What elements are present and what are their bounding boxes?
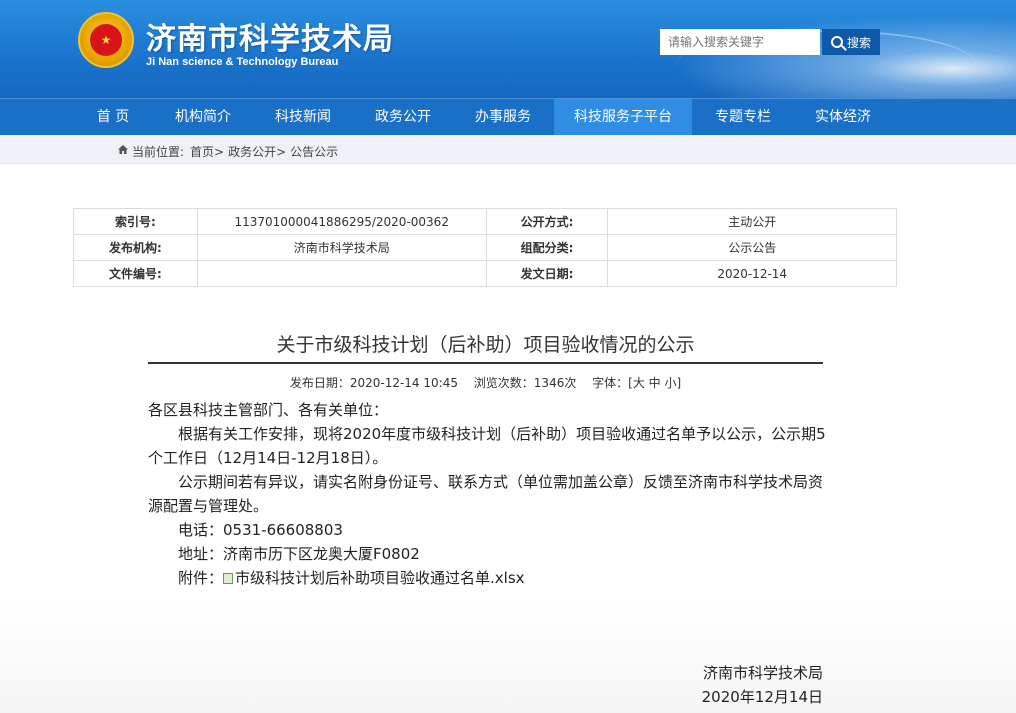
site-header: ★ 济南市科学技术局 Ji Nan science & Technology B… [0,0,1016,98]
breadcrumb-prefix: 当前位置: [132,145,185,159]
search-button[interactable]: 搜索 [822,29,880,55]
contact-phone: 电话：0531-66608803 [178,521,343,539]
issue-date-label: 发文日期: [485,260,609,287]
attachment-label: 附件： [178,569,224,587]
nav-item-news[interactable]: 科技新闻 [263,99,343,136]
title-divider [148,362,823,364]
breadcrumb-gov-affairs[interactable]: 政务公开> [228,143,286,160]
nav-item-gov-affairs[interactable]: 政务公开 [363,99,443,136]
emblem-star: ★ [90,24,122,56]
disclosure-method-label: 公开方式: [485,208,609,235]
nav-item-home[interactable]: 首 页 [80,99,146,136]
table-row: 索引号: 11370100004188629​5/2020-00362 公开方式… [73,208,897,235]
attachment-line: 附件： 市级科技计划后补助项目验收通过名单.xlsx [148,566,828,590]
site-title[interactable]: 济南市科学技术局 [146,14,394,58]
excel-file-icon [223,573,234,584]
search-button-label: 搜索 [846,35,871,50]
file-number-value [196,260,487,287]
issue-date-value: 2020-12-14 [607,260,897,287]
document-info-table: 索引号: 11370100004188629​5/2020-00362 公开方式… [73,208,897,287]
signature-date: 2020年12月14日 [701,688,823,706]
search-input[interactable] [660,29,820,55]
category-value: 公示公告 [607,234,897,261]
contact-address: 地址：济南市历下区龙奥大厦F0802 [178,545,420,563]
site-subtitle: Ji Nan science & Technology Bureau [146,56,339,68]
search-icon [830,36,843,48]
nav-item-topics[interactable]: 专题专栏 [703,99,783,136]
paragraph-2: 公示期间若有异议，请实名附身份证号、联系方式（单位需加盖公章）反馈至济南市科学技… [148,473,824,515]
view-count: 浏览次数：1346次 [473,376,577,390]
nav-item-services[interactable]: 办事服务 [463,99,543,136]
main-nav: 首 页 机构简介 科技新闻 政务公开 办事服务 科技服务子平台 专题专栏 实体经… [0,98,1016,136]
paragraph-1: 根据有关工作安排，现将2020年度市级科技计划（后补助）项目验收通过名单予以公示… [148,425,826,467]
home-icon [118,145,128,154]
nav-item-tech-platform[interactable]: 科技服务子平台 [554,99,692,136]
file-number-label: 文件编号: [73,260,198,287]
breadcrumb: 当前位置: 首页> 政务公开> 公告公示 [0,135,1016,165]
article-meta: 发布日期：2020-12-14 10:45 浏览次数：1346次 字体：[大 中… [148,374,823,391]
disclosure-method-value: 主动公开 [607,208,897,235]
article-title: 关于市级科技计划（后补助）项目验收情况的公示 [276,334,695,356]
breadcrumb-home[interactable]: 首页> [190,143,224,160]
publisher-label: 发布机构: [73,234,198,261]
publish-date: 发布日期：2020-12-14 10:45 [289,376,458,390]
signature-org: 济南市科学技术局 [702,664,823,682]
index-number-label: 索引号: [73,208,198,235]
publisher-value: 济南市科学技术局 [196,234,487,261]
breadcrumb-trail: 当前位置: 首页> 政务公开> 公告公示 [132,143,338,160]
category-label: 组配分类: [485,234,609,261]
national-emblem-icon: ★ [78,12,134,68]
attachment-link[interactable]: 市级科技计划后补助项目验收通过名单.xlsx [235,569,525,587]
nav-item-economy[interactable]: 实体经济 [803,99,883,136]
salutation: 各区县科技主管部门、各有关单位： [148,401,389,419]
bottom-fade [0,600,1016,713]
index-number-value: 11370100004188629​5/2020-00362 [196,208,487,235]
breadcrumb-announcements[interactable]: 公告公示 [290,143,338,160]
table-row: 发布机构: 济南市科学技术局 组配分类: 公示公告 [73,234,897,261]
font-size-selector[interactable]: 字体：[大 中 小] [592,376,681,390]
table-row: 文件编号: 发文日期: 2020-12-14 [73,260,897,287]
nav-item-about[interactable]: 机构简介 [163,99,243,136]
